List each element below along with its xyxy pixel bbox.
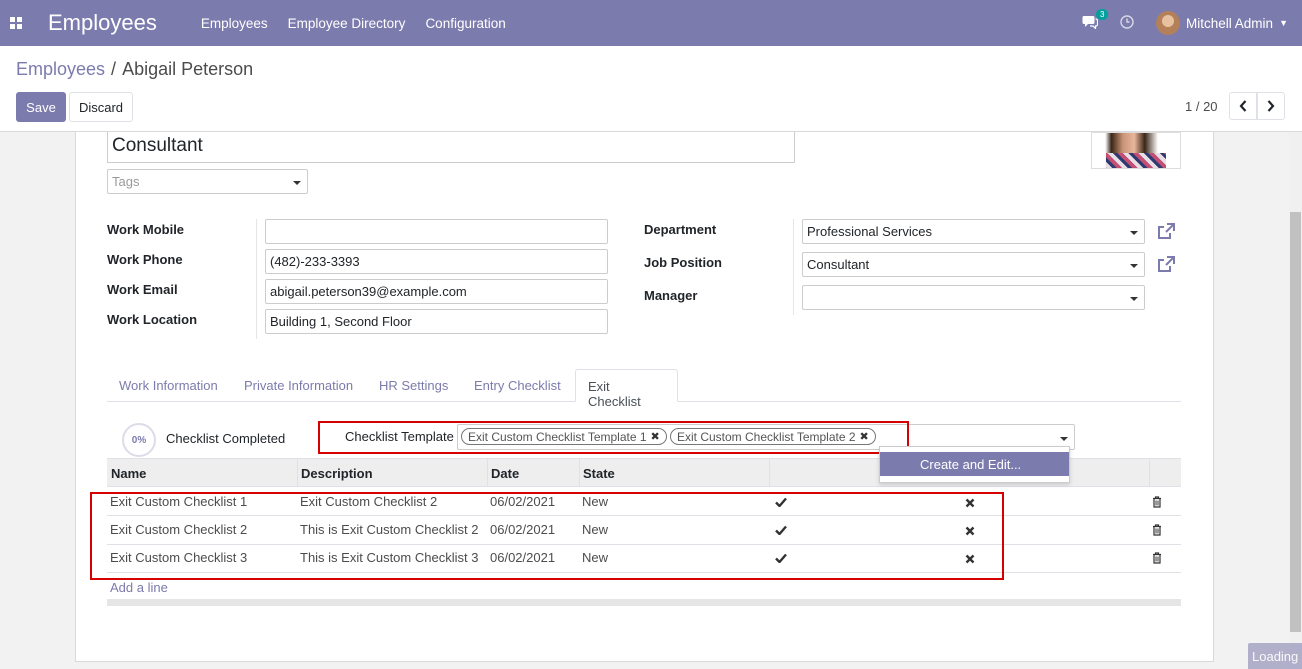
breadcrumb-parent[interactable]: Employees [16,59,105,79]
breadcrumb-current: Abigail Peterson [122,59,254,79]
pager-next-button[interactable] [1257,92,1285,120]
department-label: Department [644,222,717,237]
create-and-edit-option[interactable]: Create and Edit... [880,452,1069,476]
work-mobile-input[interactable] [265,219,608,244]
external-link-icon[interactable] [1156,255,1176,275]
work-email-input[interactable]: abigail.peterson39@example.com [265,279,608,304]
chat-icon[interactable]: 3 [1082,8,1109,32]
progress-circle: 0% [122,423,156,457]
trash-icon[interactable] [1152,552,1162,564]
work-phone-input[interactable]: (482)-233-3393 [265,249,608,274]
work-mobile-label: Work Mobile [107,222,185,237]
external-link-icon[interactable] [1156,222,1176,242]
checklist-completed-label: Checklist Completed [166,431,286,446]
loading-indicator: Loading [1248,643,1302,669]
column-separator [297,459,298,487]
scrollbar-thumb[interactable] [1290,212,1301,632]
menu-employees[interactable]: Employees [201,16,268,31]
main-menu: Employees Employee Directory Configurati… [201,16,526,31]
manager-select[interactable] [802,285,1145,310]
work-email-label: Work Email [107,282,178,297]
discard-button[interactable]: Discard [69,92,133,122]
manager-label: Manager [644,288,698,303]
caret-down-icon[interactable] [1130,297,1138,301]
column-header-description[interactable]: Description [301,466,373,481]
work-phone-label: Work Phone [107,252,183,267]
caret-down-icon[interactable] [1130,231,1138,235]
caret-down-icon[interactable] [1130,264,1138,268]
tab-exit-checklist[interactable]: Exit Checklist [575,369,678,409]
highlight-box [90,492,1004,580]
save-button[interactable]: Save [16,92,66,122]
breadcrumb-separator: / [111,59,117,79]
column-header-date[interactable]: Date [491,466,519,481]
work-location-label: Work Location [107,312,198,327]
chevron-down-icon[interactable]: ▼ [1279,18,1288,28]
tab-hr-settings[interactable]: HR Settings [367,369,460,402]
top-navbar: Employees Employees Employee Directory C… [0,0,1302,46]
highlight-box [318,421,909,454]
tab-private-information[interactable]: Private Information [232,369,365,402]
chevron-left-icon [1239,100,1247,112]
column-header-state[interactable]: State [583,466,615,481]
control-panel: Employees / Abigail Peterson Save Discard … [0,46,1302,132]
job-position-value: Consultant [807,257,870,272]
add-line-link[interactable]: Add a line [110,580,168,595]
table-footer [107,599,1181,606]
apps-grid-icon[interactable] [0,0,32,46]
menu-configuration[interactable]: Configuration [425,16,505,31]
divider [256,219,257,339]
divider [793,219,794,315]
column-separator [579,459,580,487]
tags-placeholder: Tags [112,174,140,189]
tags-field[interactable]: Tags [107,169,308,194]
tab-entry-checklist[interactable]: Entry Checklist [462,369,573,402]
tab-work-information[interactable]: Work Information [107,369,230,402]
pager-previous-button[interactable] [1229,92,1257,120]
pager-value[interactable]: 1 / 20 [1185,99,1218,114]
trash-icon[interactable] [1152,524,1162,536]
department-value: Professional Services [807,224,932,239]
clock-icon[interactable] [1120,14,1134,32]
app-title[interactable]: Employees [48,10,157,36]
chevron-right-icon [1267,100,1275,112]
trash-icon[interactable] [1152,496,1162,508]
employee-photo[interactable] [1091,132,1181,169]
menu-employee-directory[interactable]: Employee Directory [288,16,406,31]
work-location-input[interactable]: Building 1, Second Floor [265,309,608,334]
job-position-select[interactable]: Consultant [802,252,1145,277]
column-separator [769,459,770,487]
avatar[interactable] [1156,11,1181,35]
caret-down-icon[interactable] [1060,437,1068,441]
department-select[interactable]: Professional Services [802,219,1145,244]
messages-badge: 3 [1096,8,1109,20]
breadcrumb: Employees / Abigail Peterson [16,59,253,80]
user-name[interactable]: Mitchell Admin [1186,16,1273,31]
job-title-field[interactable]: Consultant [107,132,795,163]
caret-down-icon[interactable] [293,181,301,185]
job-position-label: Job Position [644,255,722,270]
column-separator [1149,459,1150,487]
column-header-name[interactable]: Name [111,466,146,481]
column-separator [487,459,488,487]
